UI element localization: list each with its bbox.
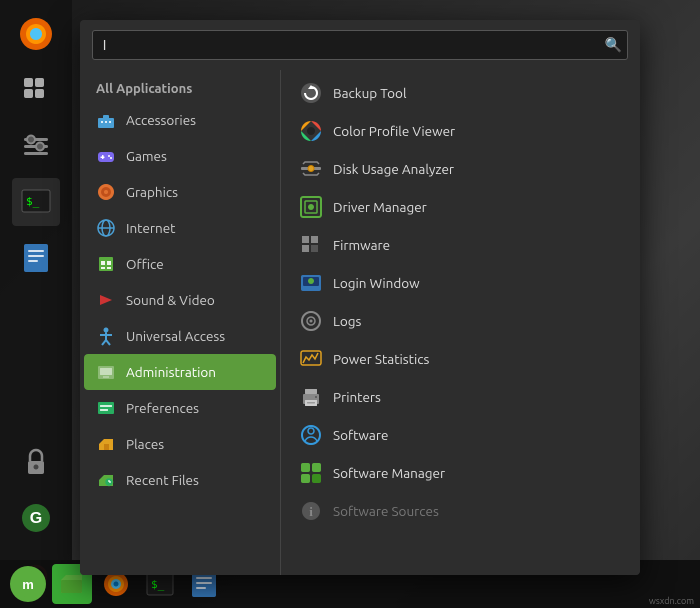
- sidebar-item-office[interactable]: Office: [84, 246, 276, 282]
- svg-text:m: m: [22, 577, 34, 592]
- disk-usage-label: Disk Usage Analyzer: [333, 161, 454, 177]
- app-software-sources: i Software Sources: [289, 492, 632, 530]
- software-sources-icon: i: [299, 499, 323, 523]
- universal-access-label: Universal Access: [126, 328, 225, 344]
- software-manager-icon: [299, 461, 323, 485]
- software-manager-label: Software Manager: [333, 465, 445, 481]
- games-icon: [96, 146, 116, 166]
- sidebar-item-accessories[interactable]: Accessories: [84, 102, 276, 138]
- software-label: Software: [333, 427, 388, 443]
- app-software[interactable]: Software: [289, 416, 632, 454]
- sidebar-apps-icon[interactable]: [12, 66, 60, 114]
- app-backup-tool[interactable]: Backup Tool: [289, 74, 632, 112]
- categories-panel: All Applications Accessories: [80, 70, 280, 575]
- app-printers[interactable]: Printers: [289, 378, 632, 416]
- sidebar-item-recent-files[interactable]: Recent Files: [84, 462, 276, 498]
- search-wrapper: 🔍: [92, 30, 628, 60]
- sidebar-item-games[interactable]: Games: [84, 138, 276, 174]
- power-statistics-label: Power Statistics: [333, 351, 429, 367]
- taskbar-mint-button[interactable]: m: [8, 564, 48, 604]
- sidebar: $_ G: [0, 0, 72, 608]
- app-login-window[interactable]: Login Window: [289, 264, 632, 302]
- all-applications-header: All Applications: [84, 74, 276, 102]
- app-software-manager[interactable]: Software Manager: [289, 454, 632, 492]
- svg-text:G: G: [30, 510, 42, 527]
- software-icon: [299, 423, 323, 447]
- games-label: Games: [126, 148, 167, 164]
- sidebar-firefox-icon[interactable]: [12, 10, 60, 58]
- sound-video-label: Sound & Video: [126, 292, 215, 308]
- sidebar-terminal-icon[interactable]: $_: [12, 178, 60, 226]
- driver-manager-label: Driver Manager: [333, 199, 427, 215]
- office-label: Office: [126, 256, 164, 272]
- app-color-profile-viewer[interactable]: Color Profile Viewer: [289, 112, 632, 150]
- power-statistics-icon: [299, 347, 323, 371]
- search-submit-icon[interactable]: 🔍: [605, 37, 622, 54]
- office-icon: [96, 254, 116, 274]
- firmware-icon: [299, 233, 323, 257]
- app-menu: 🔍 All Applications Accessor: [80, 20, 640, 575]
- svg-text:$_: $_: [26, 195, 40, 208]
- graphics-icon: [96, 182, 116, 202]
- sidebar-item-internet[interactable]: Internet: [84, 210, 276, 246]
- backup-tool-icon: [299, 81, 323, 105]
- svg-text:$_: $_: [151, 578, 165, 591]
- app-power-statistics[interactable]: Power Statistics: [289, 340, 632, 378]
- firmware-label: Firmware: [333, 237, 390, 253]
- accessories-label: Accessories: [126, 112, 196, 128]
- logs-icon: [299, 309, 323, 333]
- internet-icon: [96, 218, 116, 238]
- printers-label: Printers: [333, 389, 381, 405]
- sidebar-item-preferences[interactable]: Preferences: [84, 390, 276, 426]
- places-label: Places: [126, 436, 164, 452]
- printers-icon: [299, 385, 323, 409]
- internet-label: Internet: [126, 220, 175, 236]
- preferences-label: Preferences: [126, 400, 199, 416]
- app-disk-usage[interactable]: Disk Usage Analyzer: [289, 150, 632, 188]
- sidebar-settings-icon[interactable]: [12, 122, 60, 170]
- sidebar-item-universal-access[interactable]: Universal Access: [84, 318, 276, 354]
- driver-manager-icon: [299, 195, 323, 219]
- places-icon: [96, 434, 116, 454]
- login-window-label: Login Window: [333, 275, 420, 291]
- svg-text:i: i: [309, 504, 313, 519]
- sidebar-lock-icon[interactable]: [12, 438, 60, 486]
- sound-video-icon: [96, 290, 116, 310]
- administration-label: Administration: [126, 364, 216, 380]
- sidebar-item-administration[interactable]: Administration: [84, 354, 276, 390]
- color-profile-icon: [299, 119, 323, 143]
- universal-access-icon: [96, 326, 116, 346]
- administration-icon: [96, 362, 116, 382]
- backup-tool-label: Backup Tool: [333, 85, 406, 101]
- preferences-icon: [96, 398, 116, 418]
- sidebar-item-places[interactable]: Places: [84, 426, 276, 462]
- menu-content: All Applications Accessories: [80, 70, 640, 575]
- sidebar-notes-icon[interactable]: [12, 234, 60, 282]
- search-bar: 🔍: [80, 20, 640, 70]
- graphics-label: Graphics: [126, 184, 178, 200]
- sidebar-item-graphics[interactable]: Graphics: [84, 174, 276, 210]
- app-driver-manager[interactable]: Driver Manager: [289, 188, 632, 226]
- accessories-icon: [96, 110, 116, 130]
- app-firmware[interactable]: Firmware: [289, 226, 632, 264]
- sidebar-item-sound-video[interactable]: Sound & Video: [84, 282, 276, 318]
- disk-usage-icon: [299, 157, 323, 181]
- color-profile-label: Color Profile Viewer: [333, 123, 455, 139]
- app-logs[interactable]: Logs: [289, 302, 632, 340]
- sidebar-grub-icon[interactable]: G: [12, 494, 60, 542]
- logs-label: Logs: [333, 313, 361, 329]
- software-sources-label: Software Sources: [333, 503, 439, 519]
- mint-logo: m: [10, 566, 46, 602]
- search-input[interactable]: [92, 30, 628, 60]
- apps-panel: Backup Tool Color Profile Viewer: [281, 70, 640, 575]
- recent-files-icon: [96, 470, 116, 490]
- login-window-icon: [299, 271, 323, 295]
- watermark: wsxdn.com: [649, 596, 694, 606]
- recent-files-label: Recent Files: [126, 472, 199, 488]
